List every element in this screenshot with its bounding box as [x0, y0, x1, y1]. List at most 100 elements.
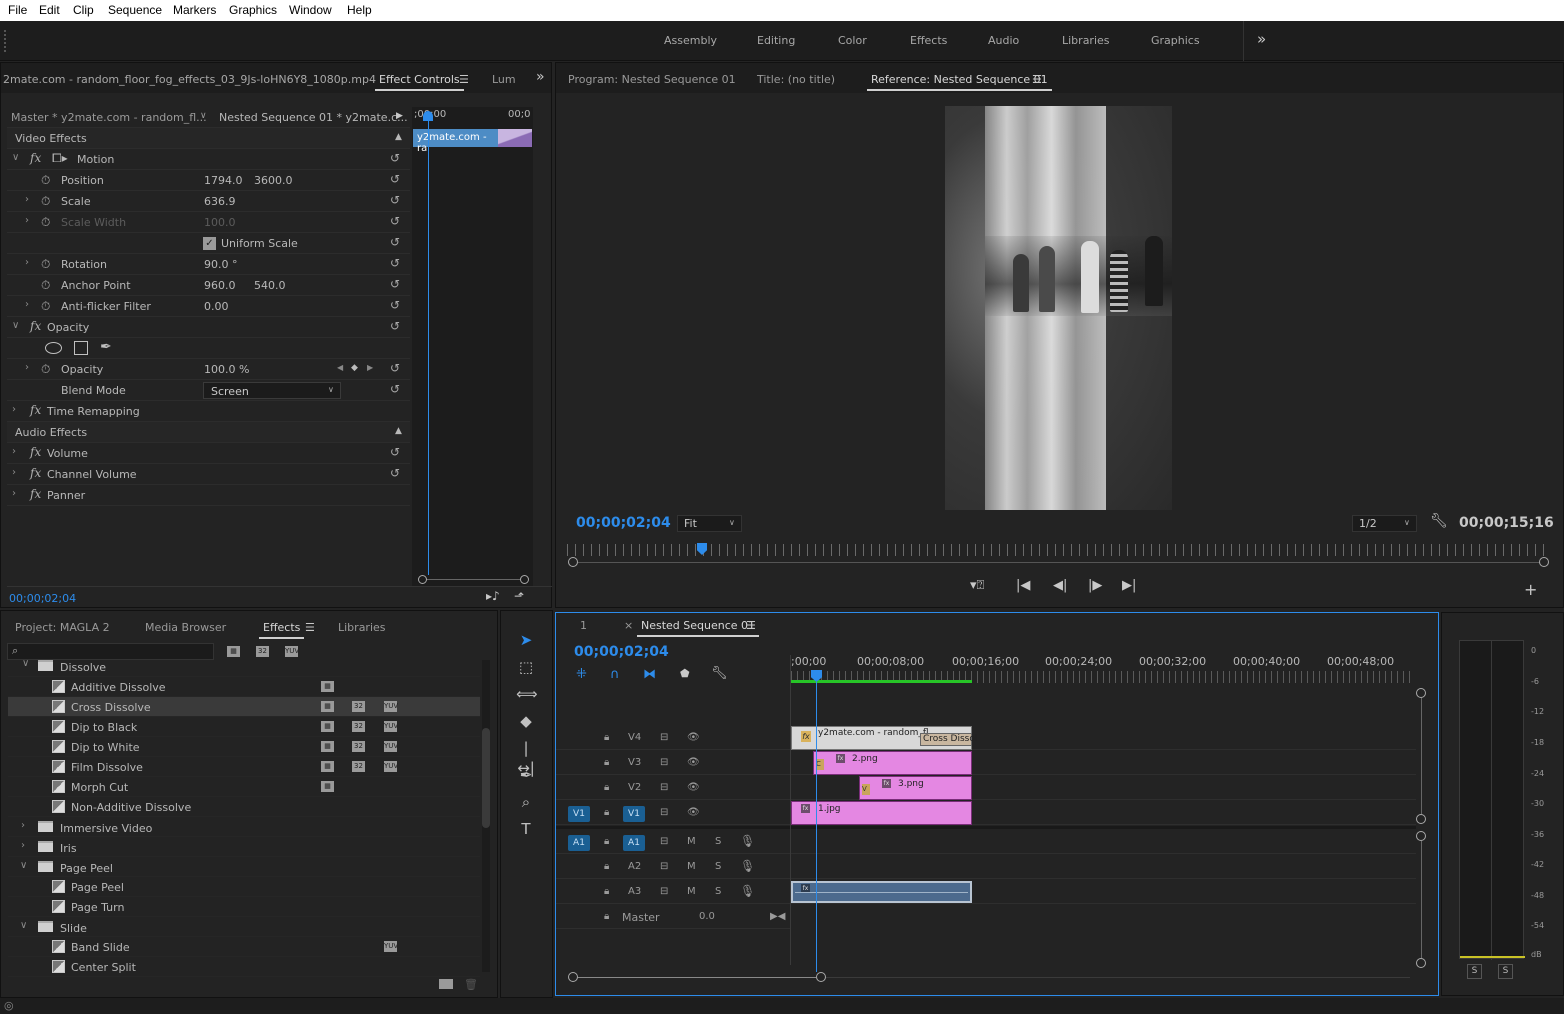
lock-icon[interactable]: 🔒︎	[604, 757, 609, 768]
workspace-audio[interactable]: Audio	[988, 34, 1019, 47]
menu-sequence[interactable]: Sequence	[108, 3, 162, 17]
track-label[interactable]: V2	[628, 782, 641, 793]
pen-tool-icon[interactable]: ✒	[516, 765, 536, 785]
stopwatch-active-icon[interactable]: ⏱	[41, 362, 50, 377]
timeline-timecode[interactable]: 00;00;02;04	[574, 644, 669, 660]
reset-icon[interactable]: ↺	[390, 446, 402, 458]
effects-scrollbar[interactable]	[482, 660, 490, 972]
solo-right-button[interactable]: S	[1498, 964, 1513, 979]
stopwatch-icon[interactable]: ⏱	[41, 173, 50, 188]
workspace-color[interactable]: Color	[838, 34, 867, 47]
menu-markers[interactable]: Markers	[173, 3, 216, 17]
sync-lock-icon[interactable]: ⊟	[660, 807, 668, 818]
stopwatch-icon[interactable]: ⏱	[41, 194, 50, 209]
master-volume-value[interactable]: 0.0	[699, 911, 715, 922]
reset-icon[interactable]: ↺	[390, 299, 402, 311]
menu-window[interactable]: Window	[289, 3, 332, 17]
add-marker-icon[interactable]: ⬟	[680, 667, 690, 680]
clip-v1[interactable]: fx 1.jpg	[791, 801, 972, 825]
list-item[interactable]: ∨ Dissolve	[8, 658, 480, 677]
chevron-down-icon[interactable]: ∨	[20, 860, 27, 871]
list-item[interactable]: › Immersive Video	[8, 817, 480, 837]
microphone-icon[interactable]: 🎙︎	[740, 884, 755, 898]
effect-controls-timecode[interactable]: 00;00;02;04	[9, 592, 76, 605]
chevron-down-icon[interactable]: ∨	[12, 152, 19, 163]
transition-handle-icon[interactable]: C	[816, 759, 824, 770]
lock-icon[interactable]: 🔒︎	[604, 836, 609, 847]
add-button-icon[interactable]: +	[1524, 580, 1537, 599]
track-select-tool-icon[interactable]: ⬚	[516, 657, 536, 677]
panner-row[interactable]: › fx Panner	[7, 485, 410, 506]
yuv-effects-icon[interactable]: YUV	[285, 646, 299, 657]
workspace-libraries[interactable]: Libraries	[1062, 34, 1110, 47]
panel-menu-icon[interactable]: ☰	[305, 621, 315, 634]
mute-button[interactable]: M	[687, 861, 696, 872]
tab-effect-controls[interactable]: Effect Controls	[375, 73, 464, 91]
chevron-right-icon[interactable]: ›	[12, 488, 16, 499]
solo-button[interactable]: S	[715, 886, 721, 897]
sync-lock-icon[interactable]: ⊟	[660, 836, 668, 847]
new-folder-icon[interactable]	[439, 979, 453, 989]
menu-file[interactable]: File	[8, 3, 27, 17]
playhead-handle-icon[interactable]	[423, 111, 433, 121]
chevron-right-icon[interactable]: ›	[25, 215, 29, 226]
clip-a3[interactable]: fx	[791, 881, 972, 903]
channel-volume-row[interactable]: › fx Channel Volume ↺	[7, 464, 410, 485]
panel-menu-icon[interactable]: ☰	[746, 619, 756, 632]
track-label[interactable]: V4	[628, 732, 641, 743]
list-item[interactable]: Additive Dissolve ▦	[8, 677, 480, 697]
rotation-value[interactable]: 90.0 °	[204, 258, 238, 271]
mini-clip[interactable]: y2mate.com - ra	[413, 129, 498, 154]
chevron-right-icon[interactable]: ›	[21, 820, 25, 831]
wrench-icon[interactable]: 🔧︎	[711, 666, 728, 681]
chevron-right-icon[interactable]: ›	[12, 467, 16, 478]
reset-icon[interactable]: ↺	[390, 173, 402, 185]
chevron-right-icon[interactable]: ›	[25, 299, 29, 310]
uniform-scale-checkbox[interactable]: ✓	[203, 237, 216, 250]
menu-graphics[interactable]: Graphics	[229, 3, 277, 17]
menu-help[interactable]: Help	[347, 3, 372, 17]
list-item[interactable]: Film Dissolve ▦ 32 YUV	[8, 757, 480, 777]
eye-icon[interactable]: 👁︎	[687, 807, 700, 818]
menu-edit[interactable]: Edit	[39, 3, 60, 17]
lock-icon[interactable]: 🔒︎	[604, 782, 609, 793]
lock-icon[interactable]: 🔒︎	[604, 732, 609, 743]
anchor-point-x[interactable]: 960.0	[204, 279, 236, 292]
workspace-assembly[interactable]: Assembly	[664, 34, 717, 47]
collapse-up-icon[interactable]: ▲	[395, 426, 402, 436]
selection-tool-icon[interactable]: ➤	[516, 630, 536, 650]
panel-menu-icon[interactable]: ☰	[1032, 73, 1042, 86]
lock-icon[interactable]: 🔒︎	[604, 861, 609, 872]
reset-icon[interactable]: ↺	[390, 215, 402, 227]
type-tool-icon[interactable]: T	[516, 819, 536, 839]
linked-selection-icon[interactable]: ⧓	[643, 667, 656, 682]
microphone-icon[interactable]: 🎙︎	[740, 834, 755, 848]
timeline-playhead[interactable]	[816, 682, 817, 972]
collapse-up-icon[interactable]: ▲	[395, 132, 402, 142]
go-to-in-icon[interactable]: |◀	[1016, 578, 1030, 593]
track-label[interactable]: V3	[628, 757, 641, 768]
stopwatch-icon[interactable]: ⏱	[41, 278, 50, 293]
reset-icon[interactable]: ↺	[390, 320, 402, 332]
nest-toggle-icon[interactable]: ⁜	[576, 667, 587, 682]
step-back-icon[interactable]: ◀|	[1053, 578, 1067, 593]
tab-project[interactable]: Project: MAGLA 2	[15, 621, 110, 634]
scale-value[interactable]: 636.9	[204, 195, 236, 208]
list-item[interactable]: › Iris	[8, 837, 480, 857]
motion-row[interactable]: ∨ fx ⧠▸ Motion ↺	[7, 149, 410, 170]
menu-clip[interactable]: Clip	[73, 3, 94, 17]
lock-icon[interactable]: 🔒︎	[604, 807, 609, 818]
microphone-icon[interactable]: 🎙︎	[740, 859, 755, 873]
position-x-value[interactable]: 1794.0	[204, 174, 243, 187]
mini-transition[interactable]	[498, 129, 532, 147]
lock-icon[interactable]: 🔒︎	[604, 911, 609, 922]
program-ruler[interactable]	[567, 544, 1550, 556]
list-item[interactable]: ∨ Slide	[8, 917, 480, 937]
eye-icon[interactable]: 👁︎	[687, 782, 700, 793]
zoom-tool-icon[interactable]: ⌕	[516, 792, 536, 812]
timeline-horizontal-scroll[interactable]	[568, 972, 1413, 982]
pen-mask-icon[interactable]: ✒	[100, 339, 112, 355]
tab-title[interactable]: Title: (no title)	[757, 73, 835, 86]
list-item[interactable]: Page Turn	[8, 897, 480, 917]
sync-lock-icon[interactable]: ⊟	[660, 782, 668, 793]
